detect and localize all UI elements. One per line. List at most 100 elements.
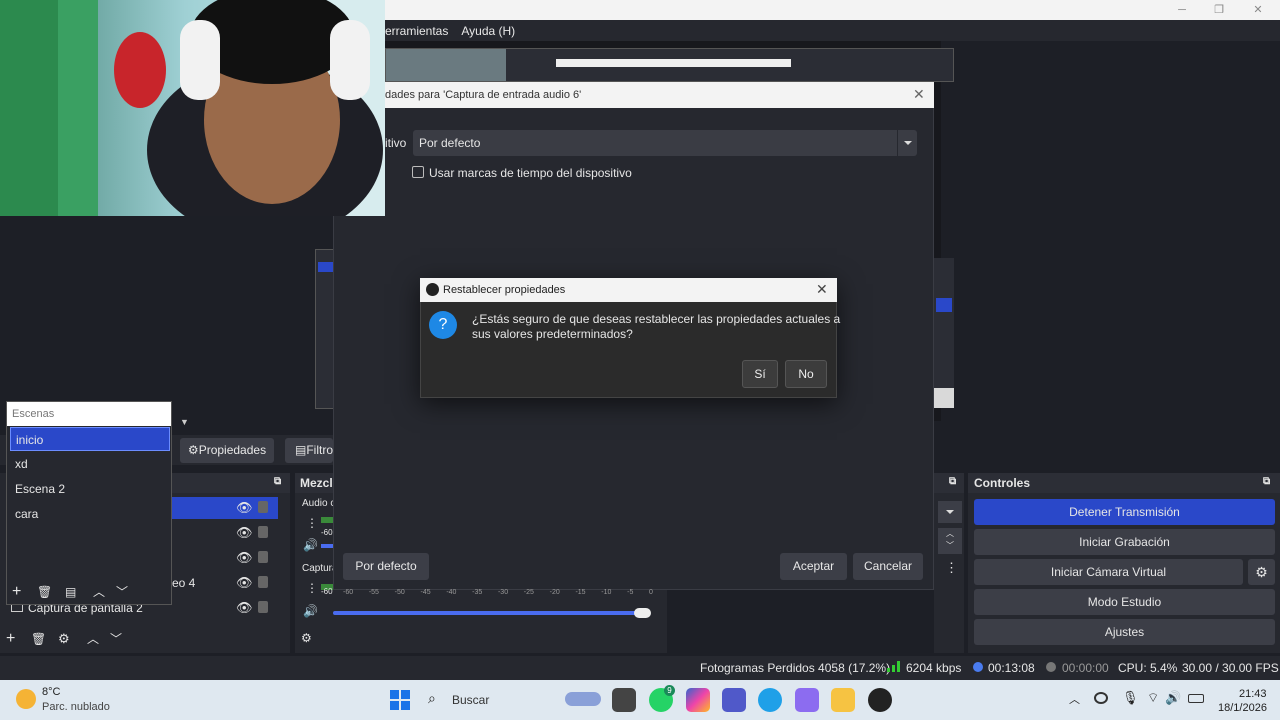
question-icon: ?: [429, 311, 457, 339]
chevron-up-icon[interactable]: ︿: [1069, 691, 1080, 707]
add-icon[interactable]: +: [12, 583, 21, 601]
start-recording-button[interactable]: Iniciar Grabación: [974, 529, 1275, 555]
microphone-icon[interactable]: 🎙: [1122, 690, 1139, 706]
chevron-down-icon[interactable]: ﹀: [110, 630, 122, 647]
eye-icon[interactable]: 👁: [236, 600, 253, 616]
filter-icon[interactable]: ▤: [65, 585, 76, 599]
properties-button[interactable]: ⚙Propiedades: [180, 438, 274, 463]
settings-button[interactable]: Ajustes: [974, 619, 1275, 645]
fps: 30.00 / 30.00 FPS: [1182, 661, 1279, 675]
lock-icon[interactable]: [258, 576, 268, 588]
reset-message-line2: sus valores predeterminados?: [472, 327, 633, 341]
search-highlight-icon[interactable]: [565, 692, 601, 706]
lock-icon[interactable]: [258, 526, 268, 538]
scene-item-escena-2[interactable]: Escena 2: [10, 477, 170, 501]
defaults-button[interactable]: Por defecto: [343, 553, 429, 580]
chevron-down-icon[interactable]: [897, 130, 917, 156]
gear-icon[interactable]: ⚙: [1248, 559, 1275, 585]
clock-date[interactable]: 18/1/2026: [1218, 702, 1267, 714]
restore-icon[interactable]: ❐: [1211, 2, 1227, 18]
db-tick: -60: [321, 587, 333, 596]
yes-button[interactable]: Sí: [742, 360, 778, 388]
volume-slider[interactable]: [321, 544, 333, 548]
stop-stream-button[interactable]: Detener Transmisión: [974, 499, 1275, 525]
duration-spinner[interactable]: ︿ ﹀: [938, 528, 962, 554]
minimize-icon[interactable]: ─: [1174, 2, 1190, 18]
eye-icon[interactable]: 👁: [236, 575, 253, 591]
kebab-menu-icon[interactable]: ⋮: [945, 560, 958, 576]
file-explorer-icon[interactable]: [831, 688, 855, 712]
close-icon[interactable]: ✕: [913, 86, 925, 103]
volume-icon[interactable]: 🔊: [1165, 690, 1181, 706]
device-label: itivo: [385, 136, 407, 150]
eye-icon[interactable]: 👁: [236, 550, 253, 566]
scene-item-inicio[interactable]: inicio: [10, 427, 170, 451]
windows-taskbar: 8°C Parc. nublado ⌕ Buscar 9 ︿ 🎙 ⌔ 🔊 21:…: [0, 680, 1280, 720]
no-button[interactable]: No: [785, 360, 827, 388]
trash-icon[interactable]: 🗑: [31, 632, 46, 646]
windows-start-icon[interactable]: [390, 690, 410, 710]
nested-preview: [385, 48, 954, 82]
chevron-down-icon[interactable]: ﹀: [116, 583, 128, 600]
studio-mode-button[interactable]: Modo Estudio: [974, 589, 1275, 615]
lock-icon[interactable]: [258, 601, 268, 613]
close-icon[interactable]: ✕: [1250, 2, 1266, 18]
chevron-down-icon[interactable]: ▼: [180, 417, 189, 427]
task-view-icon[interactable]: [612, 688, 636, 712]
accept-button[interactable]: Aceptar: [780, 553, 847, 580]
close-icon[interactable]: ✕: [816, 281, 828, 298]
teams-icon[interactable]: [722, 688, 746, 712]
scene-item-cara[interactable]: cara: [10, 502, 170, 526]
speaker-icon[interactable]: 🔊: [303, 538, 318, 552]
gear-icon[interactable]: ⚙: [301, 631, 312, 645]
source-item-partial[interactable]: eo 4: [172, 576, 195, 590]
filters-button[interactable]: ▤Filtro: [285, 438, 333, 463]
volume-slider[interactable]: [333, 611, 643, 615]
menu-tools[interactable]: erramientas: [385, 24, 448, 38]
clock-time[interactable]: 21:43: [1239, 688, 1267, 700]
eye-icon[interactable]: 👁: [236, 525, 253, 541]
chevron-up-icon[interactable]: ︿: [87, 630, 99, 647]
lock-icon[interactable]: [258, 501, 268, 513]
onedrive-icon[interactable]: [1094, 692, 1108, 704]
mixer-header: Mezcla: [295, 473, 333, 493]
taskbar-search[interactable]: Buscar: [452, 693, 489, 707]
record-icon: [1046, 662, 1056, 672]
volume-slider-handle[interactable]: [634, 608, 651, 618]
weather-text: Parc. nublado: [42, 701, 110, 713]
menu-help[interactable]: Ayuda (H): [461, 24, 515, 38]
transition-select[interactable]: [938, 501, 962, 523]
kebab-menu-icon[interactable]: ⋮: [306, 516, 318, 530]
status-bar: Fotogramas Perdidos 4058 (17.2%) 6204 kb…: [0, 656, 1280, 680]
search-icon[interactable]: ⌕: [428, 690, 436, 707]
signal-bars-icon: [887, 660, 901, 672]
nested-preview-side: [315, 249, 335, 409]
copilot-icon[interactable]: [686, 688, 710, 712]
speaker-icon[interactable]: 🔊: [303, 604, 318, 618]
gear-icon[interactable]: ⚙: [58, 631, 70, 647]
add-icon[interactable]: +: [6, 630, 15, 648]
wifi-icon[interactable]: ⌔: [1147, 690, 1159, 706]
undock-icon[interactable]: ⧉: [274, 476, 281, 487]
cancel-button[interactable]: Cancelar: [853, 553, 923, 580]
undock-icon[interactable]: ⧉: [1263, 476, 1270, 487]
reset-dialog-titlebar: Restablecer propiedades ✕: [420, 278, 837, 302]
weather-icon[interactable]: [16, 689, 36, 709]
timestamps-label: Usar marcas de tiempo del dispositivo: [429, 166, 632, 180]
edge-icon[interactable]: [758, 688, 782, 712]
lock-icon[interactable]: [258, 551, 268, 563]
start-virtual-cam-button[interactable]: Iniciar Cámara Virtual: [974, 559, 1243, 585]
timestamps-checkbox[interactable]: [412, 166, 424, 178]
kebab-menu-icon[interactable]: ⋮: [306, 581, 318, 595]
scenes-search[interactable]: Escenas: [7, 402, 171, 426]
reset-message-line1: ¿Estás seguro de que deseas restablecer …: [472, 312, 841, 326]
obs-taskbar-icon[interactable]: [868, 688, 892, 712]
store-icon[interactable]: [795, 688, 819, 712]
battery-icon[interactable]: [1188, 694, 1204, 703]
trash-icon[interactable]: 🗑: [37, 585, 52, 599]
device-dropdown[interactable]: Por defecto: [413, 130, 917, 156]
chevron-up-icon[interactable]: ︿: [93, 583, 105, 600]
scene-item-xd[interactable]: xd: [10, 452, 170, 476]
undock-icon[interactable]: ⧉: [949, 476, 956, 487]
eye-icon[interactable]: 👁: [236, 500, 253, 516]
